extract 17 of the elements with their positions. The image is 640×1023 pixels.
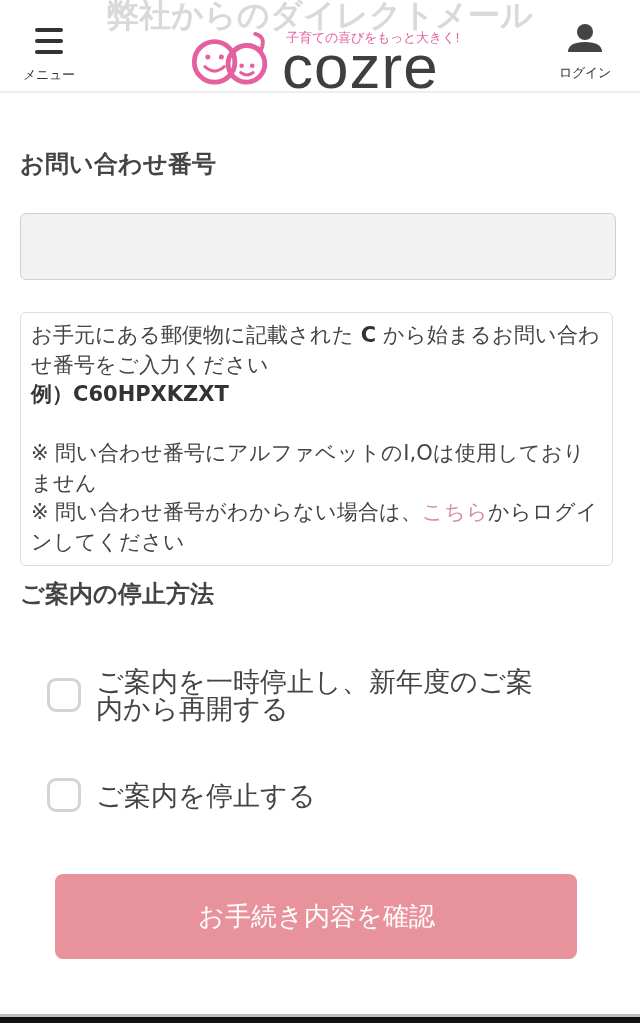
checkbox[interactable]	[47, 778, 81, 812]
user-icon	[568, 24, 602, 52]
login-button[interactable]: ログイン	[554, 24, 616, 81]
menu-button[interactable]: メニュー	[18, 24, 80, 83]
instruction-text: お手元にある郵便物に記載された C から始まるお問い合わせ番号をご入力ください	[31, 322, 601, 379]
menu-icon	[35, 28, 63, 54]
logo-tagline: 子育ての喜びをもっと大きく!	[286, 31, 460, 45]
inquiry-number-field[interactable]	[20, 213, 616, 280]
section-heading: ご案内の停止方法	[20, 579, 215, 610]
option-label[interactable]: ご案内を停止する	[96, 781, 559, 809]
note-text: ※ 問い合わせ番号にアルファベットのI,Oは使用しておりません	[31, 440, 586, 497]
logo-wordmark: cozre	[282, 45, 439, 89]
note-text: ※ 問い合わせ番号がわからない場合は、こちらからログインしてください	[31, 499, 600, 556]
example-text: 例）C60HPXKZXT	[31, 381, 230, 408]
option-label[interactable]: ご案内を一時停止し、新年度のご案内から再開する	[96, 668, 559, 722]
checkbox[interactable]	[47, 678, 81, 712]
section-heading: お問い合わせ番号	[20, 149, 217, 180]
